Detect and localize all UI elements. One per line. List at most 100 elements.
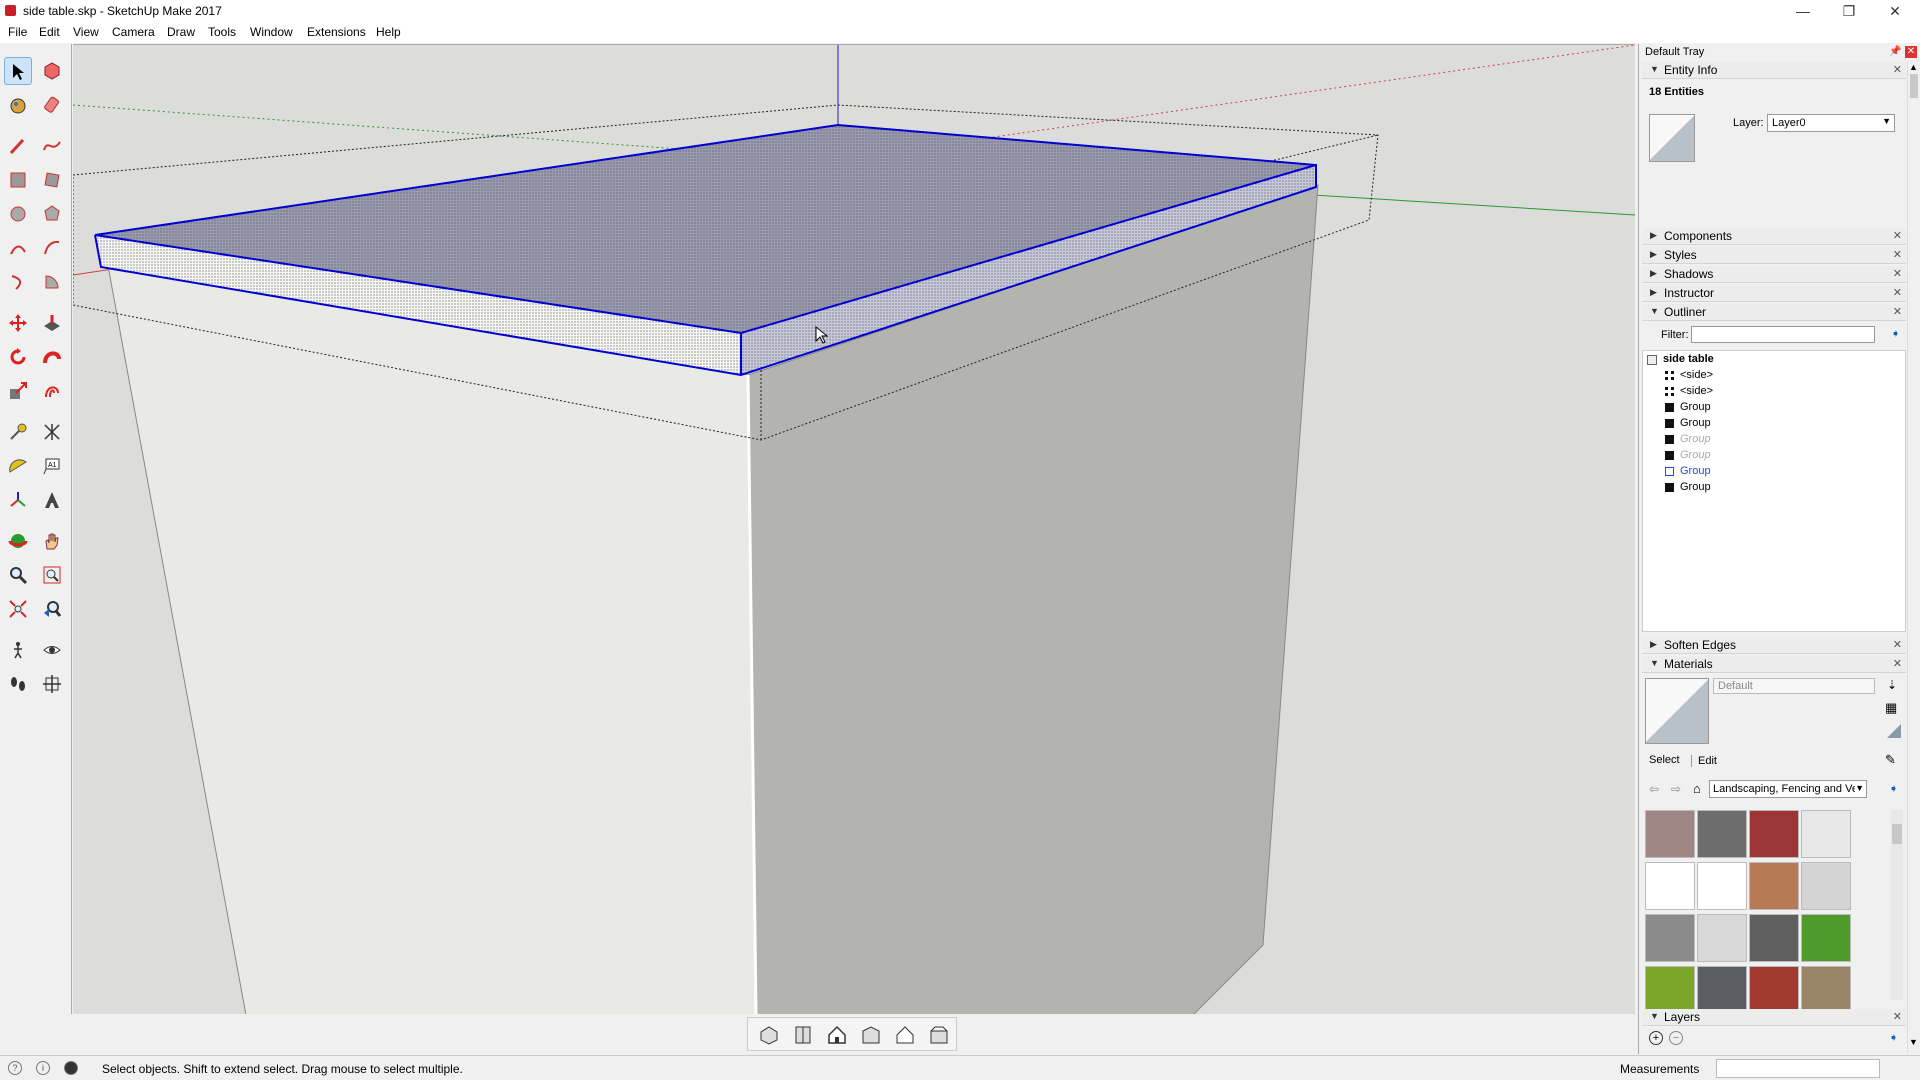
material-swatch[interactable]: [1749, 862, 1799, 910]
zoom-window-tool[interactable]: [38, 561, 66, 589]
material-swatch[interactable]: [1645, 810, 1695, 858]
outliner-header[interactable]: ▼ Outliner ✕: [1642, 304, 1906, 321]
user-account-icon[interactable]: [64, 1061, 78, 1075]
menu-camera[interactable]: Camera: [112, 25, 155, 39]
zoom-tool[interactable]: [4, 561, 32, 589]
dimension-tool[interactable]: [38, 418, 66, 446]
material-swatch[interactable]: [1749, 810, 1799, 858]
forward-arrow-icon[interactable]: ⇨: [1671, 782, 1681, 796]
back-arrow-icon[interactable]: ⇦: [1649, 782, 1659, 796]
material-swatch[interactable]: [1801, 810, 1851, 858]
push-pull-tool[interactable]: [38, 309, 66, 337]
close-panel-icon[interactable]: ✕: [1893, 63, 1902, 76]
drawing-area[interactable]: [73, 44, 1635, 1014]
text-tool[interactable]: A1: [38, 452, 66, 480]
close-panel-icon[interactable]: ✕: [1893, 286, 1902, 299]
tray-scrollbar[interactable]: ▲ ▼: [1907, 62, 1919, 1052]
outliner-item[interactable]: Group: [1665, 417, 1711, 431]
outliner-item[interactable]: Group: [1665, 449, 1711, 463]
top-view-icon[interactable]: [792, 1024, 814, 1046]
freehand-tool[interactable]: [38, 132, 66, 160]
menu-extensions[interactable]: Extensions: [307, 25, 366, 39]
right-view-icon[interactable]: [860, 1024, 882, 1046]
make-component-tool[interactable]: [38, 57, 66, 85]
previous-view-tool[interactable]: [38, 595, 66, 623]
rectangle-tool[interactable]: [4, 166, 32, 194]
material-swatch[interactable]: [1749, 914, 1799, 962]
material-swatch[interactable]: [1645, 966, 1695, 1014]
three-point-arc-tool[interactable]: [4, 268, 32, 296]
follow-me-tool[interactable]: [38, 343, 66, 371]
pin-icon[interactable]: 📌: [1889, 46, 1901, 57]
sample-paint-icon[interactable]: ✎: [1885, 752, 1896, 768]
orbit-tool[interactable]: [4, 527, 32, 555]
section-plane-tool[interactable]: [38, 670, 66, 698]
credits-icon[interactable]: i: [36, 1061, 50, 1075]
material-swatch[interactable]: [1697, 914, 1747, 962]
scrollbar-thumb[interactable]: [1910, 74, 1918, 98]
tape-measure-tool[interactable]: [4, 418, 32, 446]
menu-file[interactable]: File: [8, 25, 27, 39]
materials-header[interactable]: ▼ Materials ✕: [1642, 656, 1906, 673]
components-header[interactable]: ▶ Components ✕: [1642, 228, 1906, 245]
arc-tool[interactable]: [4, 234, 32, 262]
menu-help[interactable]: Help: [376, 25, 401, 39]
material-swatch[interactable]: [1749, 966, 1799, 1014]
3d-text-tool[interactable]: [38, 486, 66, 514]
back-view-icon[interactable]: [894, 1024, 916, 1046]
delete-layer-icon[interactable]: −: [1669, 1031, 1683, 1045]
pie-tool[interactable]: [38, 268, 66, 296]
restore-button[interactable]: ❐: [1826, 0, 1872, 22]
close-panel-icon[interactable]: ✕: [1893, 657, 1902, 670]
measurements-input[interactable]: [1716, 1059, 1880, 1078]
front-view-icon[interactable]: [826, 1024, 848, 1046]
details-arrow-icon[interactable]: ➧: [1889, 782, 1898, 795]
eraser-tool[interactable]: [38, 91, 66, 119]
add-layer-icon[interactable]: +: [1649, 1031, 1663, 1045]
select-tool[interactable]: [4, 57, 32, 85]
material-pane-icon[interactable]: ▦: [1885, 700, 1897, 716]
close-window-button[interactable]: ✕: [1872, 0, 1918, 22]
left-view-icon[interactable]: [928, 1024, 950, 1046]
position-camera-tool[interactable]: [4, 636, 32, 664]
close-panel-icon[interactable]: ✕: [1893, 248, 1902, 261]
close-panel-icon[interactable]: ✕: [1893, 229, 1902, 242]
layers-header[interactable]: ▼ Layers ✕: [1642, 1009, 1906, 1026]
close-panel-icon[interactable]: ✕: [1893, 638, 1902, 651]
outliner-details-icon[interactable]: ➧: [1891, 327, 1900, 340]
material-collection-select[interactable]: Landscaping, Fencing and Ve ▼: [1709, 780, 1867, 798]
menu-edit[interactable]: Edit: [39, 25, 60, 39]
close-panel-icon[interactable]: ✕: [1893, 1010, 1902, 1023]
minimize-button[interactable]: —: [1780, 0, 1826, 22]
material-preview[interactable]: [1649, 114, 1695, 162]
default-material-icon[interactable]: [1887, 724, 1901, 738]
rotate-tool[interactable]: [4, 343, 32, 371]
outliner-item[interactable]: <side>: [1665, 369, 1713, 383]
line-tool[interactable]: [4, 132, 32, 160]
menu-view[interactable]: View: [73, 25, 99, 39]
menu-window[interactable]: Window: [250, 25, 293, 39]
layers-details-icon[interactable]: ➧: [1889, 1031, 1898, 1044]
circle-tool[interactable]: [4, 200, 32, 228]
close-panel-icon[interactable]: ✕: [1893, 267, 1902, 280]
entity-info-header[interactable]: ▼ Entity Info ✕: [1642, 62, 1906, 79]
walk-tool[interactable]: [4, 670, 32, 698]
material-swatch[interactable]: [1645, 914, 1695, 962]
iso-view-icon[interactable]: [758, 1024, 780, 1046]
shadows-header[interactable]: ▶ Shadows ✕: [1642, 266, 1906, 283]
material-swatch[interactable]: [1697, 966, 1747, 1014]
home-icon[interactable]: ⌂: [1693, 781, 1701, 796]
material-swatch[interactable]: [1697, 810, 1747, 858]
menu-draw[interactable]: Draw: [167, 25, 195, 39]
layer-select[interactable]: Layer0 ▼: [1767, 114, 1895, 132]
instructor-header[interactable]: ▶ Instructor ✕: [1642, 285, 1906, 302]
geo-location-icon[interactable]: ?: [8, 1061, 22, 1075]
move-tool[interactable]: [4, 309, 32, 337]
offset-tool[interactable]: [38, 377, 66, 405]
rotated-rectangle-tool[interactable]: [38, 166, 66, 194]
axes-tool[interactable]: [4, 486, 32, 514]
outliner-item[interactable]: <side>: [1665, 385, 1713, 399]
close-panel-icon[interactable]: ✕: [1893, 305, 1902, 318]
look-around-tool[interactable]: [38, 636, 66, 664]
protractor-tool[interactable]: [4, 452, 32, 480]
